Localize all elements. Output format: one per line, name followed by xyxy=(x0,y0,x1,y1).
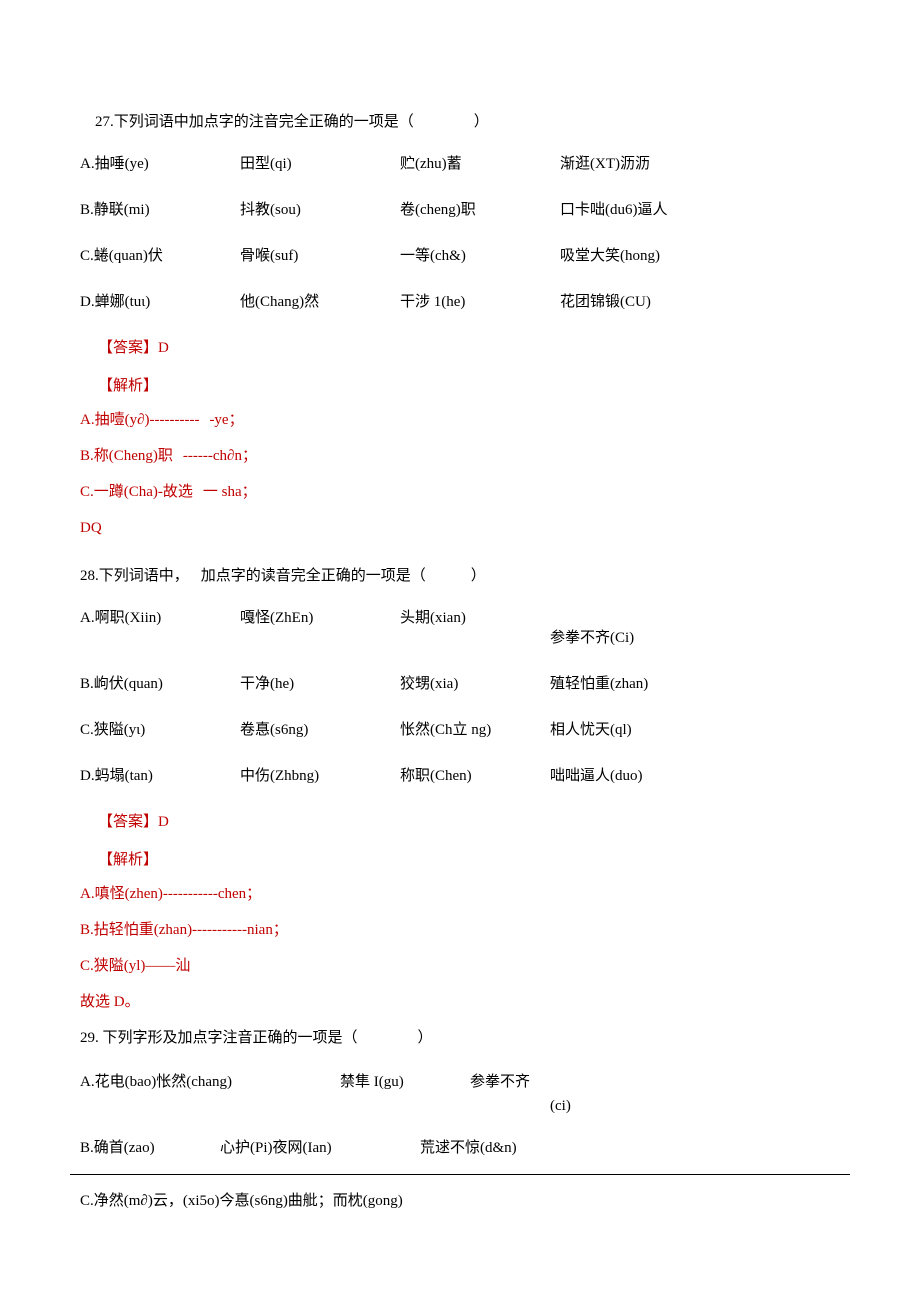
q27-answer: 【答案】D xyxy=(80,336,840,360)
q27-c-1: C.蜷(quan)伏 xyxy=(80,244,240,268)
q28-a-3: 头期(xian) xyxy=(400,606,550,630)
q27-c-3: 一等(ch&) xyxy=(400,244,560,268)
q29-a-2: 禁隼 I(gu) xyxy=(340,1070,470,1094)
q27-a-1: A.抽唾(ye) xyxy=(80,152,240,176)
q29-option-c: C.净然(m∂)云，(xi5o)今惪(s6ng)曲舭；而枕(gong) xyxy=(80,1189,840,1213)
q27-analysis-b-left: B.称(Cheng)职 xyxy=(80,444,173,468)
q27-analysis-d: DQ xyxy=(80,516,840,540)
q27-d-2: 他(Chang)然 xyxy=(240,290,400,314)
q27-b-4: 口卡咄(du6)逼人 xyxy=(560,198,740,222)
q28-b-2: 干净(he) xyxy=(240,672,400,696)
q27-b-3: 卷(cheng)职 xyxy=(400,198,560,222)
q28-analysis-a: A.嗔怪(zhen)-----------chen； xyxy=(80,882,840,906)
q27-analysis-a-left: A.抽噎(y∂)---------- xyxy=(80,408,199,432)
q27-analysis-b: B.称(Cheng)职 ------ch∂n； xyxy=(80,444,840,468)
q28-c-2: 卷惪(s6ng) xyxy=(240,718,400,742)
q27-stem: 27.下列词语中加点字的注音完全正确的一项是（ ） xyxy=(80,110,840,134)
separator-line xyxy=(70,1174,850,1175)
q28-option-b: B.岣伏(quan) 干净(he) 狡甥(xia) 殖轻怕重(zhan) xyxy=(80,672,840,696)
q28-option-c: C.狭隘(yι) 卷惪(s6ng) 怅然(Ch立 ng) 相人忧天(ql) xyxy=(80,718,840,742)
q28-analysis-d: 故选 D。 xyxy=(80,990,840,1014)
q29-b-1: B.确首(zao) xyxy=(80,1136,220,1160)
q28-option-a: A.啊职(Xiin) 嘎怪(ZhEn) 头期(xian) 参拳不齐(Ci) xyxy=(80,606,840,650)
q29-option-a-ci-row: (ci) xyxy=(80,1094,840,1118)
q27-b-1: B.静联(mi) xyxy=(80,198,240,222)
q27-analysis-a-right: -ye； xyxy=(209,408,243,432)
q28-a-1: A.啊职(Xiin) xyxy=(80,606,240,630)
q28-b-4: 殖轻怕重(zhan) xyxy=(550,672,730,696)
q28-analysis-b: B.拈轻怕重(zhan)-----------nian； xyxy=(80,918,840,942)
q27-a-4: 渐逛(XT)沥沥 xyxy=(560,152,740,176)
q29-a-3: 参拳不齐 xyxy=(470,1070,590,1094)
q29-a-ci: (ci) xyxy=(550,1094,840,1118)
q28-b-3: 狡甥(xia) xyxy=(400,672,550,696)
q27-option-b: B.静联(mi) 抖教(sou) 卷(cheng)职 口卡咄(du6)逼人 xyxy=(80,198,840,222)
q28-d-2: 中伤(Zhbng) xyxy=(240,764,400,788)
q27-d-3: 干涉 1(he) xyxy=(400,290,560,314)
q28-c-4: 相人忧天(ql) xyxy=(550,718,730,742)
q27-analysis-c-left: C.一蹲(Cha)-故选 xyxy=(80,480,193,504)
q29-b-3: 荒逑不惊(d&n) xyxy=(420,1136,600,1160)
q27-d-4: 花团锦锻(CU) xyxy=(560,290,740,314)
q29-a-1: A.花电(bao)怅然(chang) xyxy=(80,1070,340,1094)
q27-option-d: D.蝉娜(tuι) 他(Chang)然 干涉 1(he) 花团锦锻(CU) xyxy=(80,290,840,314)
q27-b-2: 抖教(sou) xyxy=(240,198,400,222)
q27-analysis-label: 【解析】 xyxy=(80,374,840,398)
q27-analysis-a: A.抽噎(y∂)---------- -ye； xyxy=(80,408,840,432)
q27-a-2: 田型(qi) xyxy=(240,152,400,176)
q27-c-4: 吸堂大笑(hong) xyxy=(560,244,740,268)
q28-c-1: C.狭隘(yι) xyxy=(80,718,240,742)
q28-stem-rest: 加点字的读音完全正确的一项是（ ） xyxy=(201,552,486,588)
q27-a-3: 贮(zhu)蓄 xyxy=(400,152,560,176)
q27-analysis-b-right: ------ch∂n； xyxy=(183,444,257,468)
q27-analysis-c-right: 一 sha； xyxy=(203,480,257,504)
q28-analysis-label: 【解析】 xyxy=(80,848,840,872)
q28-a-4: 参拳不齐(Ci) xyxy=(550,606,730,650)
q28-stem: 28.下列词语中， 加点字的读音完全正确的一项是（ ） xyxy=(80,552,840,588)
q28-d-1: D.蚂塌(tan) xyxy=(80,764,240,788)
q27-option-c: C.蜷(quan)伏 骨喉(suf) 一等(ch&) 吸堂大笑(hong) xyxy=(80,244,840,268)
q28-answer: 【答案】D xyxy=(80,810,840,834)
q28-a-2: 嘎怪(ZhEn) xyxy=(240,606,400,630)
q29-option-b: B.确首(zao) 心护(Pi)夜网(Ian) 荒逑不惊(d&n) xyxy=(80,1136,840,1160)
q27-option-a: A.抽唾(ye) 田型(qi) 贮(zhu)蓄 渐逛(XT)沥沥 xyxy=(80,152,840,176)
q28-d-3: 称职(Chen) xyxy=(400,764,550,788)
q29-stem: 29. 下列字形及加点字注音正确的一项是（ ） xyxy=(80,1026,840,1050)
q27-c-2: 骨喉(suf) xyxy=(240,244,400,268)
q28-analysis-c: C.狭隘(yl)——汕 xyxy=(80,954,840,978)
q27-analysis-c: C.一蹲(Cha)-故选 一 sha； xyxy=(80,480,840,504)
q27-d-1: D.蝉娜(tuι) xyxy=(80,290,240,314)
q29-option-a: A.花电(bao)怅然(chang) 禁隼 I(gu) 参拳不齐 xyxy=(80,1070,840,1094)
q28-stem-lead: 28.下列词语中， xyxy=(80,564,189,588)
q29-b-2: 心护(Pi)夜网(Ian) xyxy=(220,1136,420,1160)
q28-c-3: 怅然(Ch立 ng) xyxy=(400,718,550,742)
q28-d-4: 咄咄逼人(duo) xyxy=(550,764,730,788)
q28-option-d: D.蚂塌(tan) 中伤(Zhbng) 称职(Chen) 咄咄逼人(duo) xyxy=(80,764,840,788)
q28-b-1: B.岣伏(quan) xyxy=(80,672,240,696)
